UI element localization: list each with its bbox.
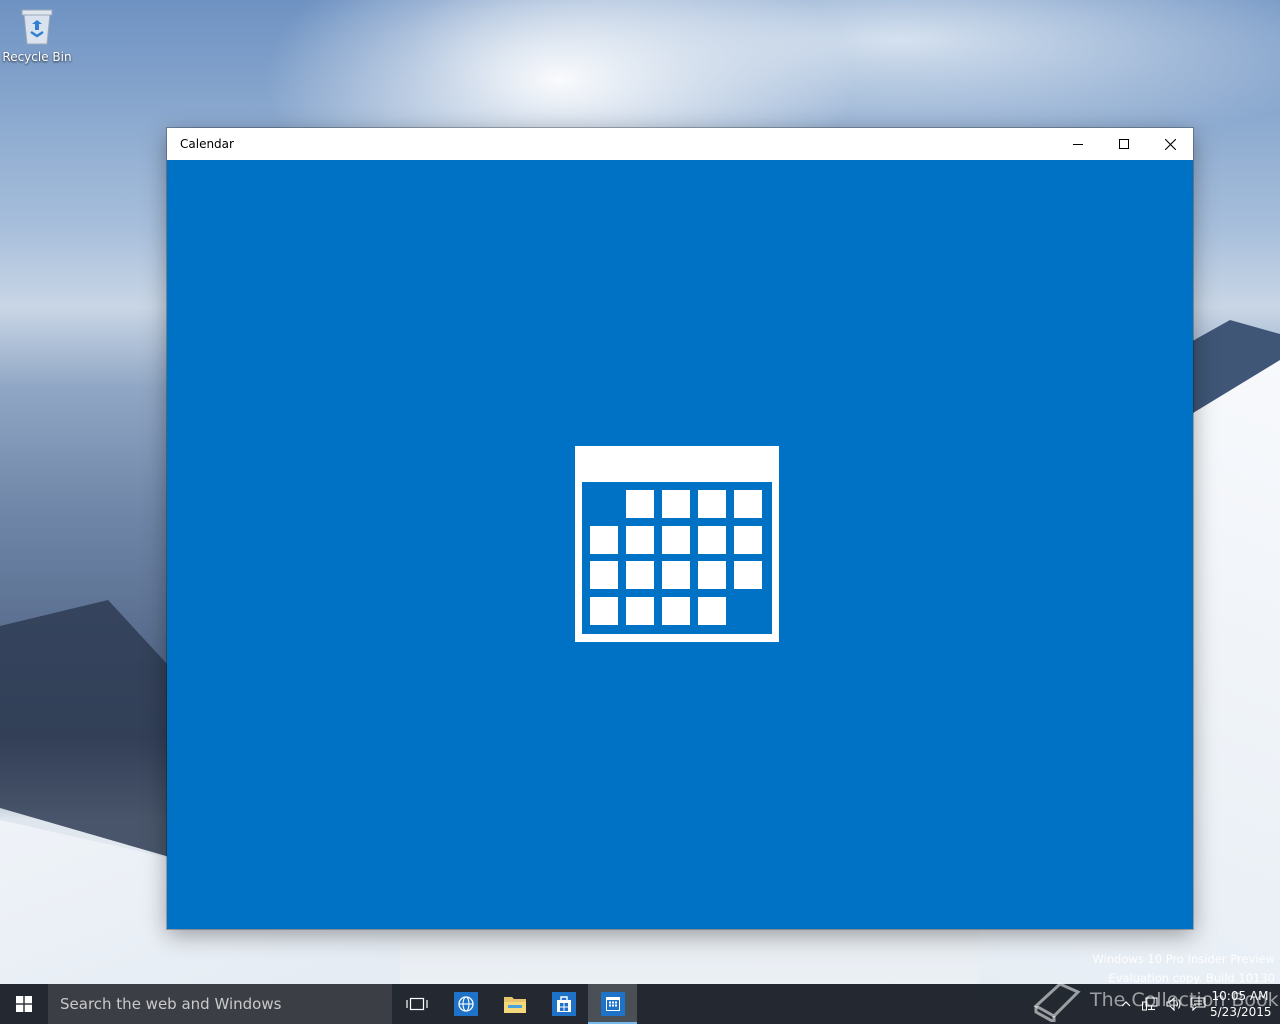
start-button[interactable] bbox=[0, 984, 48, 1024]
calendar-window[interactable]: Calendar bbox=[167, 128, 1193, 929]
taskbar-app-edge[interactable] bbox=[441, 984, 490, 1024]
taskbar-app-store[interactable] bbox=[539, 984, 588, 1024]
close-icon bbox=[1164, 138, 1176, 150]
recycle-bin-label: Recycle Bin bbox=[2, 50, 72, 64]
task-view-button[interactable] bbox=[392, 984, 441, 1024]
caption-buttons bbox=[1055, 128, 1193, 160]
maximize-icon bbox=[1119, 139, 1129, 149]
task-view-icon bbox=[405, 997, 428, 1011]
search-box[interactable]: Search the web and Windows bbox=[48, 984, 392, 1024]
search-placeholder: Search the web and Windows bbox=[60, 995, 282, 1013]
calendar-icon bbox=[600, 992, 625, 1016]
minimize-icon bbox=[1073, 144, 1083, 145]
minimize-button[interactable] bbox=[1055, 128, 1101, 160]
edge-icon bbox=[453, 992, 478, 1016]
calendar-icon bbox=[575, 446, 779, 642]
maximize-button[interactable] bbox=[1101, 128, 1147, 160]
store-icon bbox=[551, 992, 576, 1016]
title-bar[interactable]: Calendar bbox=[167, 128, 1193, 160]
close-button[interactable] bbox=[1147, 128, 1193, 160]
wallpaper-mountain bbox=[0, 600, 180, 860]
file-explorer-icon bbox=[503, 997, 526, 1013]
taskbar-app-file-explorer[interactable] bbox=[490, 984, 539, 1024]
brand-watermark: The Collection Book bbox=[1030, 978, 1279, 1022]
recycle-bin-icon bbox=[20, 6, 54, 46]
book-icon bbox=[1033, 982, 1081, 1022]
window-title: Calendar bbox=[180, 137, 234, 151]
splash-screen bbox=[167, 160, 1193, 929]
brand-text: The Collection Book bbox=[1090, 989, 1279, 1011]
windows-logo-icon bbox=[16, 996, 32, 1012]
taskbar-app-calendar[interactable] bbox=[588, 984, 637, 1024]
recycle-bin[interactable]: Recycle Bin bbox=[2, 6, 72, 74]
watermark-line: Windows 10 Pro Insider Preview bbox=[1092, 952, 1275, 966]
